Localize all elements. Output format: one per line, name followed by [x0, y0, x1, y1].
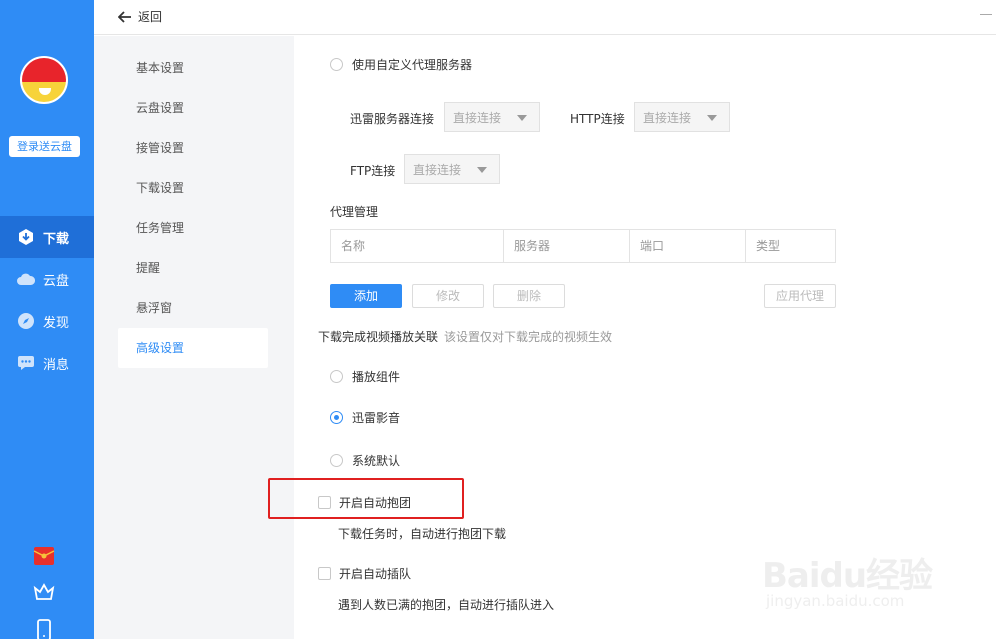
back-label: 返回 — [138, 10, 163, 24]
thunder-conn-value: 直接连接 — [453, 110, 502, 125]
download-icon — [17, 228, 35, 246]
custom-proxy-label: 使用自定义代理服务器 — [352, 58, 473, 72]
video-option-label: 系统默认 — [352, 454, 401, 468]
settings-nav-tasks[interactable]: 任务管理 — [118, 208, 268, 248]
video-option-label: 播放组件 — [352, 370, 401, 384]
custom-proxy-option[interactable]: 使用自定义代理服务器 — [330, 56, 472, 73]
nav-message[interactable]: 消息 — [0, 342, 94, 384]
crown-icon[interactable] — [32, 580, 56, 604]
http-conn-label: HTTP连接 — [570, 112, 625, 126]
nav-cloud-label: 云盘 — [43, 273, 70, 289]
video-option-radio[interactable] — [330, 454, 343, 467]
nav-discover[interactable]: 发现 — [0, 300, 94, 342]
minimize-button[interactable] — [980, 14, 992, 15]
settings-nav-reminder[interactable]: 提醒 — [118, 248, 268, 288]
nav-download-label: 下载 — [43, 231, 70, 247]
nav-cloud[interactable]: 云盘 — [0, 258, 94, 300]
proxy-col-port: 端口 — [630, 230, 746, 262]
settings-nav-takeover[interactable]: 接管设置 — [118, 128, 268, 168]
ftp-conn-label: FTP连接 — [350, 164, 396, 178]
nav-download[interactable]: 下载 — [0, 216, 94, 258]
login-cloud-button[interactable]: 登录送云盘 — [9, 136, 80, 157]
settings-nav-download[interactable]: 下载设置 — [118, 168, 268, 208]
settings-sidebar: 基本设置 云盘设置 接管设置 下载设置 任务管理 提醒 悬浮窗 高级设置 — [94, 36, 294, 639]
video-option-radio[interactable] — [330, 370, 343, 383]
apply-proxy-button[interactable]: 应用代理 — [764, 284, 836, 308]
watermark-sub-text: jingyan.baidu.com — [766, 592, 905, 610]
http-conn-value: 直接连接 — [643, 110, 692, 125]
proxy-col-server: 服务器 — [504, 230, 630, 262]
compass-icon — [17, 312, 35, 330]
video-assoc-title-text: 下载完成视频播放关联 — [318, 330, 439, 344]
phone-icon[interactable] — [32, 618, 56, 639]
auto-queue-option[interactable]: 开启自动插队 — [318, 565, 411, 582]
video-option-player-component[interactable]: 播放组件 — [330, 368, 400, 385]
proxy-manage-title: 代理管理 — [330, 205, 379, 219]
video-assoc-title: 下载完成视频播放关联 该设置仅对下载完成的视频生效 — [318, 328, 612, 345]
top-bar: 返回 — [94, 0, 996, 35]
video-option-radio[interactable] — [330, 411, 343, 424]
thunder-conn-select[interactable]: 直接连接 — [444, 102, 540, 132]
settings-nav-float-window[interactable]: 悬浮窗 — [118, 288, 268, 328]
watermark-main-text: Baidu经验 — [762, 556, 933, 596]
message-icon — [17, 354, 35, 372]
nav-message-label: 消息 — [43, 357, 70, 373]
avatar[interactable] — [20, 56, 68, 104]
http-conn-select[interactable]: 直接连接 — [634, 102, 730, 132]
add-proxy-button[interactable]: 添加 — [330, 284, 402, 308]
annotation-highlight-box — [268, 478, 464, 519]
nav-discover-label: 发现 — [43, 315, 70, 331]
auto-group-desc: 下载任务时，自动进行抱团下载 — [338, 527, 507, 541]
cloud-icon — [17, 270, 35, 288]
proxy-col-type: 类型 — [756, 239, 781, 253]
edit-proxy-button[interactable]: 修改 — [412, 284, 484, 308]
auto-queue-checkbox[interactable] — [318, 567, 331, 580]
back-button[interactable]: 返回 — [118, 8, 162, 25]
proxy-col-name: 名称 — [331, 230, 504, 262]
settings-nav-basic[interactable]: 基本设置 — [118, 48, 268, 88]
settings-nav-advanced[interactable]: 高级设置 — [118, 328, 268, 368]
video-assoc-hint: 该设置仅对下载完成的视频生效 — [444, 330, 613, 344]
app-rail: 登录送云盘 下载 云盘 发现 消息 — [0, 0, 94, 639]
ftp-conn-value: 直接连接 — [413, 162, 462, 177]
video-option-xunlei-player[interactable]: 迅雷影音 — [330, 409, 400, 426]
arrow-left-icon — [118, 10, 131, 23]
chevron-down-icon — [707, 115, 717, 121]
video-option-system-default[interactable]: 系统默认 — [330, 452, 400, 469]
thunder-conn-label: 迅雷服务器连接 — [350, 112, 435, 126]
proxy-table[interactable]: 名称 服务器 端口 类型 — [330, 229, 836, 263]
red-envelope-icon[interactable] — [32, 544, 56, 568]
chevron-down-icon — [477, 167, 487, 173]
video-option-label: 迅雷影音 — [352, 411, 401, 425]
auto-queue-label: 开启自动插队 — [339, 567, 412, 581]
ftp-conn-select[interactable]: 直接连接 — [404, 154, 500, 184]
chevron-down-icon — [517, 115, 527, 121]
auto-queue-desc: 遇到人数已满的抱团，自动进行插队进入 — [338, 598, 555, 612]
delete-proxy-button[interactable]: 删除 — [493, 284, 565, 308]
baidu-jingyan-watermark: Baidu经验 jingyan.baidu.com — [762, 530, 992, 620]
settings-nav-cloud[interactable]: 云盘设置 — [118, 88, 268, 128]
custom-proxy-radio[interactable] — [330, 58, 343, 71]
